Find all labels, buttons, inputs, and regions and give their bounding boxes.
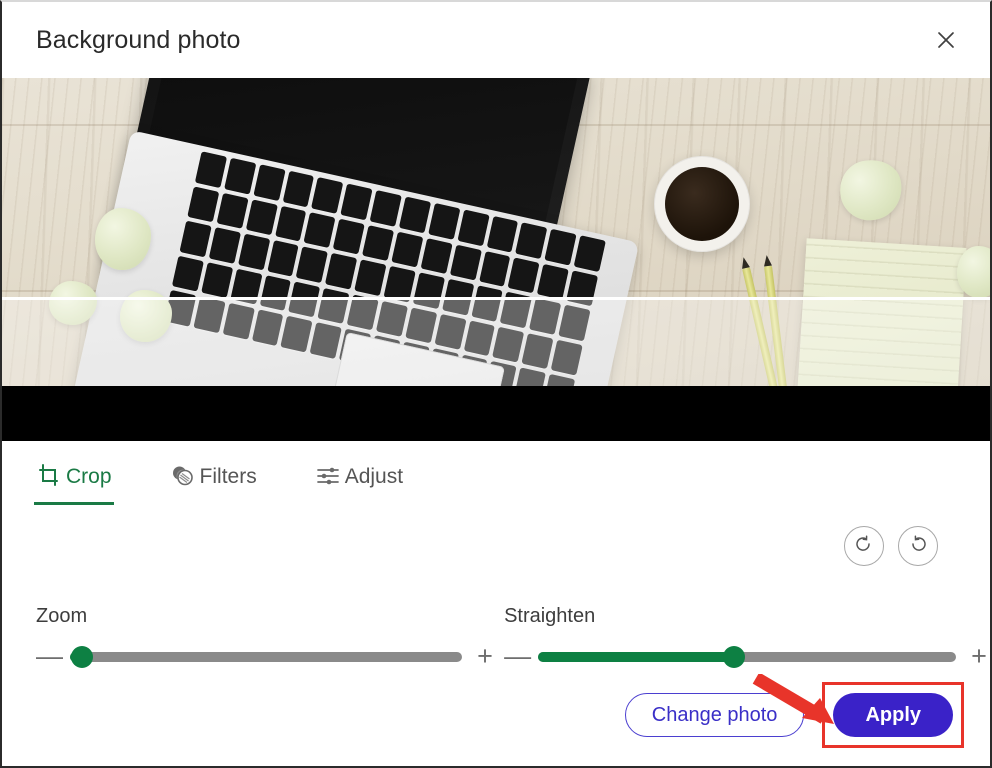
tab-crop-label: Crop bbox=[66, 464, 112, 488]
rotate-clockwise-button[interactable] bbox=[844, 526, 884, 566]
tab-adjust[interactable]: Adjust bbox=[315, 463, 403, 505]
straighten-increase-button[interactable]: + bbox=[968, 643, 990, 670]
straighten-slider-track[interactable] bbox=[538, 645, 956, 668]
rotate-clockwise-icon bbox=[854, 535, 874, 558]
zoom-slider-thumb[interactable] bbox=[70, 645, 93, 668]
straighten-slider-fill bbox=[538, 651, 735, 662]
zoom-increase-button[interactable]: + bbox=[474, 643, 496, 670]
tab-crop[interactable]: Crop bbox=[34, 463, 114, 505]
letterbox-bar bbox=[2, 386, 990, 441]
editor-tabs: Crop Filters Adjust bbox=[34, 463, 403, 505]
apply-button[interactable]: Apply bbox=[833, 693, 953, 737]
crop-icon bbox=[36, 463, 62, 489]
crop-guide-line[interactable] bbox=[2, 297, 990, 300]
rotate-counterclockwise-icon bbox=[908, 535, 928, 558]
background-photo-image bbox=[2, 78, 990, 386]
straighten-slider-thumb[interactable] bbox=[723, 645, 746, 668]
crop-dimmed-region bbox=[2, 300, 990, 386]
zoom-slider-track[interactable] bbox=[70, 645, 463, 668]
dialog-title: Background photo bbox=[36, 25, 241, 54]
straighten-slider-label: Straighten bbox=[504, 605, 596, 627]
zoom-slider-row: — + bbox=[36, 643, 496, 670]
slider-controls: Zoom — + Straighten — + bbox=[2, 606, 990, 670]
close-icon bbox=[934, 28, 958, 52]
adjust-icon bbox=[315, 463, 341, 489]
straighten-slider-row: — + bbox=[504, 643, 990, 670]
tab-adjust-label: Adjust bbox=[344, 464, 404, 488]
zoom-decrease-button[interactable]: — bbox=[36, 643, 63, 670]
tab-filters[interactable]: Filters bbox=[170, 463, 257, 505]
dialog-header: Background photo bbox=[2, 2, 990, 78]
close-button[interactable] bbox=[924, 18, 968, 62]
tab-filters-label: Filters bbox=[199, 464, 257, 488]
photo-canvas[interactable] bbox=[2, 78, 990, 441]
straighten-slider-group: Straighten — + bbox=[496, 606, 990, 670]
straighten-decrease-button[interactable]: — bbox=[504, 643, 531, 670]
change-photo-button[interactable]: Change photo bbox=[624, 693, 805, 737]
coffee-cup bbox=[654, 156, 750, 252]
dialog-footer: Change photo Apply bbox=[624, 682, 964, 748]
zoom-slider-label: Zoom bbox=[36, 605, 88, 627]
active-tab-underline bbox=[34, 502, 114, 505]
editor-panel: Crop Filters Adjust Zoom — + Straighten … bbox=[2, 441, 990, 766]
rotate-controls bbox=[844, 526, 938, 566]
background-photo-dialog: Background photo Crop Filters Adjust Zoo… bbox=[0, 0, 992, 768]
rotate-counterclockwise-button[interactable] bbox=[898, 526, 938, 566]
zoom-slider-group: Zoom — + bbox=[2, 606, 496, 670]
filters-icon bbox=[170, 463, 196, 489]
apply-highlight-box: Apply bbox=[822, 682, 964, 748]
